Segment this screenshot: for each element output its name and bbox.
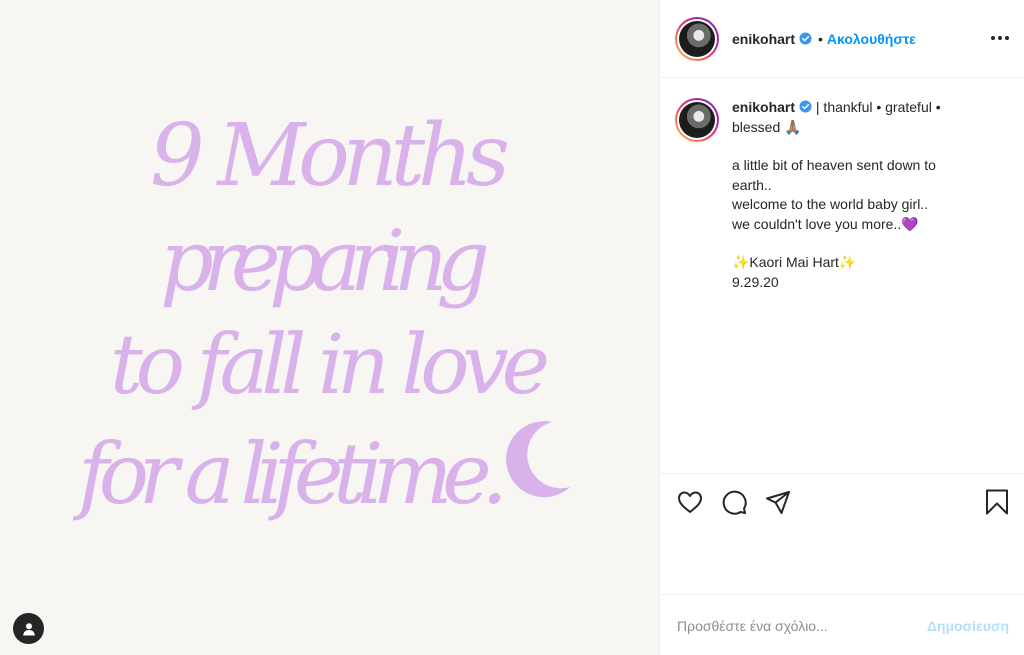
action-bar <box>660 473 1024 595</box>
bookmark-icon <box>986 489 1008 515</box>
caption-line: blessed 🙏🏽 <box>732 118 802 135</box>
like-button[interactable] <box>676 488 704 516</box>
quote-line-4: for a lifetime. <box>72 425 508 523</box>
comment-form: Δημοσίευση <box>660 596 1024 655</box>
more-options-icon[interactable] <box>991 28 1009 48</box>
verified-badge-icon <box>799 32 812 45</box>
save-button[interactable] <box>983 488 1011 516</box>
quote-line-3: to fall in love <box>110 318 550 413</box>
verified-badge-icon <box>799 100 812 113</box>
caption-username[interactable]: enikohart <box>732 99 795 115</box>
avatar[interactable] <box>675 16 719 61</box>
avatar-photo <box>679 20 715 57</box>
caption-date: 9.29.20 <box>732 273 779 290</box>
comment-icon <box>722 490 747 515</box>
caption-line: we couldn't love you more..💜 <box>732 215 919 232</box>
caption-section: enikohart | thankful • grateful • blesse… <box>660 78 1024 473</box>
header-username[interactable]: enikohart <box>732 31 795 47</box>
quote-graphic: 9 Months preparing to fall in love for a… <box>0 0 659 655</box>
heart-icon <box>678 491 702 513</box>
paper-plane-icon <box>766 491 790 514</box>
caption-line: earth.. <box>732 176 772 193</box>
person-icon <box>22 622 35 635</box>
user-tag-button[interactable] <box>13 613 44 644</box>
post-image: 9 Months preparing to fall in love for a… <box>0 0 659 655</box>
comment-button[interactable] <box>720 488 748 516</box>
post-header: enikohart • Ακολουθήστε <box>660 0 1024 78</box>
caption-line: | thankful • grateful • <box>815 99 941 115</box>
follow-button[interactable]: Ακολουθήστε <box>827 31 916 47</box>
comment-input[interactable] <box>677 617 927 634</box>
caption-line: ✨Kaori Mai Hart✨ <box>732 254 857 270</box>
avatar-photo <box>679 102 715 138</box>
quote-line-2: preparing <box>160 212 490 310</box>
post-side-panel: enikohart • Ακολουθήστε enikohart | than… <box>659 0 1024 655</box>
share-button[interactable] <box>764 488 792 516</box>
caption-line: welcome to the world baby girl.. <box>732 196 929 212</box>
post-comment-button[interactable]: Δημοσίευση <box>927 618 1009 634</box>
separator-dot: • <box>818 30 823 47</box>
caption-avatar[interactable] <box>675 98 719 142</box>
crescent-moon-icon <box>506 421 570 498</box>
caption-line: a little bit of heaven sent down to <box>732 157 936 173</box>
caption-text: enikohart | thankful • grateful • blesse… <box>732 98 982 473</box>
quote-line-1: 9 Months <box>150 106 510 206</box>
